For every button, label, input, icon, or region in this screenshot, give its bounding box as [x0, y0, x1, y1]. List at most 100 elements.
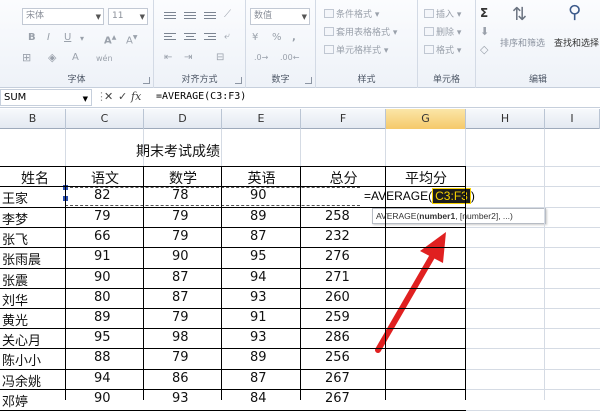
score-cell[interactable]: 98: [172, 330, 250, 345]
score-cell[interactable]: 88: [94, 350, 172, 365]
clear-icon[interactable]: ◇: [480, 43, 488, 57]
name-cell[interactable]: 张雨晨: [2, 249, 64, 268]
name-cell[interactable]: 邓婷: [2, 391, 64, 410]
percent-button[interactable]: %: [272, 31, 282, 45]
score-cell[interactable]: 93: [250, 290, 329, 305]
comma-button[interactable]: ,: [292, 31, 296, 45]
score-cell[interactable]: 78: [172, 188, 250, 203]
decrease-decimal-icon[interactable]: .00←: [280, 51, 299, 65]
insert-button[interactable]: 插入 ▾: [424, 9, 461, 21]
formula-input[interactable]: =AVERAGE(C3:F3): [156, 91, 246, 102]
score-cell[interactable]: 267: [325, 391, 410, 406]
name-cell[interactable]: 冯余姚: [2, 371, 64, 390]
score-cell[interactable]: 82: [94, 188, 172, 203]
name-box[interactable]: SUM ▼: [0, 89, 92, 106]
cancel-button[interactable]: ✕: [104, 91, 113, 103]
dialog-launcher-icon[interactable]: [235, 77, 242, 84]
header-cell[interactable]: 语文: [66, 168, 144, 188]
score-cell[interactable]: 87: [250, 371, 329, 386]
dialog-launcher-icon[interactable]: [305, 77, 312, 84]
score-cell[interactable]: 79: [172, 229, 250, 244]
score-cell[interactable]: 91: [250, 310, 329, 325]
number-format-combo[interactable]: 数值 ▼: [250, 8, 310, 25]
score-cell[interactable]: 87: [172, 290, 250, 305]
score-cell[interactable]: 80: [94, 290, 172, 305]
column-header-i[interactable]: I: [545, 109, 600, 129]
score-cell[interactable]: 79: [94, 209, 172, 224]
header-cell[interactable]: 平均分: [386, 168, 466, 188]
fill-icon[interactable]: ⬇: [480, 25, 489, 39]
column-header-f[interactable]: F: [301, 109, 386, 129]
bold-button[interactable]: B: [28, 31, 36, 45]
align-center-icon[interactable]: [184, 33, 196, 42]
border-icon[interactable]: ⊞: [22, 51, 31, 65]
increase-indent-icon[interactable]: ⇥: [184, 51, 192, 65]
score-cell[interactable]: 89: [250, 209, 329, 224]
score-cell[interactable]: 87: [172, 270, 250, 285]
column-header-c[interactable]: C: [66, 109, 144, 129]
score-cell[interactable]: 90: [94, 391, 172, 406]
underline-button[interactable]: U: [64, 31, 71, 45]
sheet-grid[interactable]: 期末考试成绩 =AVERAGE(C3:F3) AVERAGE(number1, …: [0, 129, 600, 411]
column-header-b[interactable]: B: [0, 109, 66, 129]
conditional-format-button[interactable]: 条件格式 ▾: [324, 9, 379, 21]
score-cell[interactable]: 79: [172, 209, 250, 224]
score-cell[interactable]: 259: [325, 310, 410, 325]
score-cell[interactable]: 91: [94, 249, 172, 264]
format-as-table-button[interactable]: 套用表格格式 ▾: [324, 27, 397, 39]
dialog-launcher-icon[interactable]: [143, 77, 150, 84]
score-cell[interactable]: 93: [250, 330, 329, 345]
decrease-font-icon[interactable]: A▼: [126, 31, 137, 48]
score-cell[interactable]: 87: [250, 229, 329, 244]
score-cell[interactable]: 276: [325, 249, 410, 264]
score-cell[interactable]: 271: [325, 270, 410, 285]
increase-font-icon[interactable]: A▲: [104, 31, 116, 48]
score-cell[interactable]: 94: [94, 371, 172, 386]
font-name-combo[interactable]: 宋体 ▼: [22, 8, 104, 25]
align-right-icon[interactable]: [204, 33, 216, 42]
score-cell[interactable]: 95: [250, 249, 329, 264]
dropdown-icon[interactable]: ▾: [80, 32, 84, 46]
score-cell[interactable]: 90: [94, 270, 172, 285]
align-left-icon[interactable]: [164, 33, 176, 42]
autosum-button[interactable]: Σ: [480, 6, 488, 20]
align-bottom-icon[interactable]: [204, 12, 216, 21]
delete-button[interactable]: 删除 ▾: [424, 27, 461, 39]
score-cell[interactable]: 95: [94, 330, 172, 345]
name-cell[interactable]: 李梦: [2, 209, 64, 228]
header-cell[interactable]: 数学: [144, 168, 222, 188]
name-cell[interactable]: 王家: [2, 188, 64, 207]
name-cell[interactable]: 张飞: [2, 229, 64, 248]
font-color-button[interactable]: A: [72, 51, 79, 65]
insert-function-button[interactable]: fx: [131, 91, 141, 103]
header-cell[interactable]: 英语: [222, 168, 301, 188]
align-middle-icon[interactable]: [184, 12, 196, 21]
column-header-e[interactable]: E: [222, 109, 301, 129]
score-cell[interactable]: 86: [172, 371, 250, 386]
orientation-icon[interactable]: ⟋: [224, 8, 231, 22]
column-header-d[interactable]: D: [144, 109, 222, 129]
score-cell[interactable]: 258: [325, 209, 410, 224]
currency-icon[interactable]: ¥: [252, 31, 258, 45]
score-cell[interactable]: 232: [325, 229, 410, 244]
name-cell[interactable]: 黄光: [2, 310, 64, 329]
name-cell[interactable]: 陈小小: [2, 350, 64, 369]
score-cell[interactable]: 89: [250, 350, 329, 365]
column-header-h[interactable]: H: [466, 109, 545, 129]
cell-styles-button[interactable]: 单元格样式 ▾: [324, 45, 388, 57]
phonetic-button[interactable]: wén: [96, 52, 113, 66]
find-select-label[interactable]: 查找和选择: [554, 38, 599, 50]
score-cell[interactable]: 84: [250, 391, 329, 406]
italic-button[interactable]: I: [47, 31, 50, 45]
enter-button[interactable]: ✓: [118, 91, 127, 103]
score-cell[interactable]: 94: [250, 270, 329, 285]
score-cell[interactable]: 267: [325, 371, 410, 386]
name-cell[interactable]: 刘华: [2, 290, 64, 309]
score-cell[interactable]: 256: [325, 350, 410, 365]
name-cell[interactable]: 关心月: [2, 330, 64, 349]
wrap-text-icon[interactable]: ⤶: [224, 30, 230, 44]
score-cell[interactable]: 66: [94, 229, 172, 244]
merge-center-icon[interactable]: ⊟: [216, 51, 224, 65]
score-cell[interactable]: 93: [172, 391, 250, 406]
sort-filter-label[interactable]: 排序和筛选: [500, 38, 545, 50]
